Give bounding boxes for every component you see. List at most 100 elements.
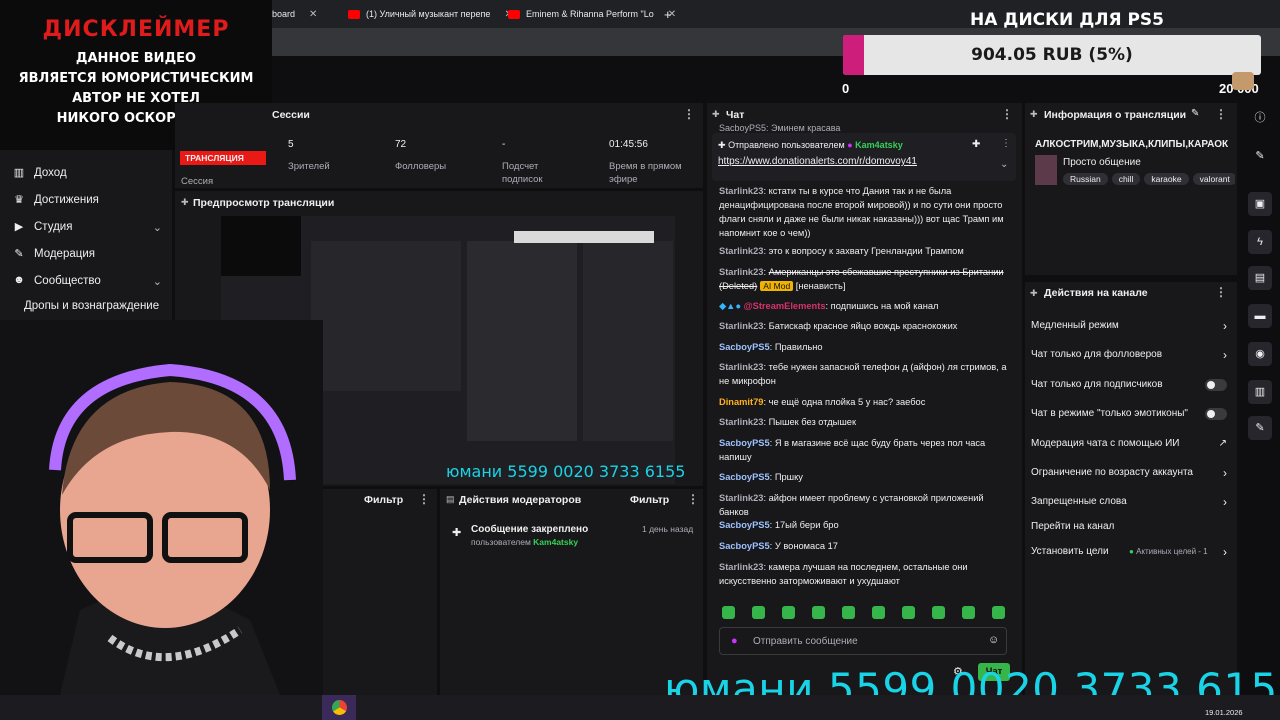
chat-username[interactable]: Starlink23	[719, 493, 763, 503]
emoji-icon[interactable]: ☺	[988, 634, 999, 646]
emote-icon[interactable]	[932, 606, 945, 619]
emote-icon[interactable]	[872, 606, 885, 619]
channel-actions-panel: ✚ Действия на канале ⋮	[1025, 282, 1237, 695]
chat-message[interactable]: Dinamit79: че ещё одна плойка 5 у нас? з…	[719, 395, 1011, 409]
broadcast-icon[interactable]: ◉	[1248, 342, 1272, 366]
chat-text: Батискаф красное яйцо вождь краснокожих	[768, 321, 958, 331]
chat-message[interactable]: Starlink23: Батискаф красное яйцо вождь …	[719, 319, 1011, 333]
sidebar-item-label: Достижения	[34, 194, 99, 206]
clip-icon[interactable]: ▣	[1248, 192, 1272, 216]
more-icon[interactable]: ⋮	[1001, 138, 1011, 149]
new-tab-button[interactable]: +	[664, 4, 672, 24]
sidebar-item-moderation[interactable]: ✎ Модерация	[12, 247, 162, 261]
emote-icon[interactable]	[962, 606, 975, 619]
chat-message[interactable]: Starlink23: тебе нужен запасной телефон …	[719, 360, 1011, 388]
chat-username[interactable]: Starlink23	[719, 417, 763, 427]
panel-icon[interactable]: ▥	[1248, 380, 1272, 404]
chat-input[interactable]: ● Отправить сообщение ☺	[719, 627, 1007, 655]
emote-icon[interactable]	[902, 606, 915, 619]
chat-message[interactable]: Starlink23: камера лучшая на последнем, …	[719, 560, 1011, 588]
chat-username[interactable]: Starlink23	[719, 246, 763, 256]
chat-username[interactable]: Starlink23	[719, 267, 763, 277]
chat-username[interactable]: SacboyPS5	[719, 520, 770, 530]
chat-username[interactable]: SacboyPS5	[719, 438, 770, 448]
pinned-user[interactable]: Kam4atsky	[855, 140, 903, 150]
chat-message[interactable]: SacboyPS5: Пршку	[719, 470, 1011, 484]
emote-icon[interactable]	[842, 606, 855, 619]
chat-message[interactable]: Starlink23: Пышек без отдышек	[719, 415, 1011, 429]
chat-username[interactable]: Dinamit79	[719, 397, 763, 407]
chat-message[interactable]: SacboyPS5: Правильно	[719, 340, 1011, 354]
row-label: Чат в режиме "только эмотиконы"	[1031, 408, 1188, 419]
tag[interactable]: chill	[1111, 173, 1141, 185]
chat-username[interactable]: Starlink23	[719, 321, 763, 331]
emote-icon[interactable]	[752, 606, 765, 619]
tag-list: Russian chill karaoke valorant	[1063, 173, 1235, 185]
unpin-icon[interactable]: ✚	[972, 139, 980, 150]
tag[interactable]: karaoke	[1144, 173, 1189, 185]
chat-username[interactable]: @StreamElements	[744, 301, 826, 311]
chat-message[interactable]: Starlink23: айфон имеет проблему с устан…	[719, 491, 1011, 519]
sidebar-item-studio[interactable]: ▶ Студия ⌄	[12, 220, 162, 234]
chat-username[interactable]: SacboyPS5	[719, 472, 770, 482]
emote-icon[interactable]	[722, 606, 735, 619]
chat-message[interactable]: SacboyPS5: Я в магазине всё щас буду бра…	[719, 436, 1011, 464]
pinned-link[interactable]: https://www.donationalerts.com/r/domovoy…	[718, 156, 917, 167]
go-to-channel-row[interactable]: Перейти на канал	[1031, 521, 1227, 532]
chat-username[interactable]: SacboyPS5	[719, 541, 770, 551]
more-icon[interactable]: ⋮	[1001, 107, 1013, 121]
filter-button[interactable]: Фильтр	[630, 494, 669, 506]
tag[interactable]: valorant	[1192, 173, 1235, 185]
banned-words-row[interactable]: Запрещенные слова ›	[1031, 495, 1227, 509]
sidebar-item-label: Сообщество	[34, 275, 101, 287]
chat-message[interactable]: SacboyPS5: 17ый бери бро	[719, 518, 1011, 532]
browser-tab[interactable]: Eminem & Rihanna Perform "Lo ✕	[508, 4, 676, 24]
pencil-icon[interactable]: ✎	[1191, 108, 1199, 119]
chat-message[interactable]: SacboyPS5: У вономаса 17	[719, 539, 1011, 553]
emote-icon[interactable]	[992, 606, 1005, 619]
pinned-message[interactable]: ✚ Отправлено пользователем ● Kam4atsky h…	[712, 133, 1016, 181]
chat-username[interactable]: Starlink23	[719, 562, 763, 572]
sidebar-item-drops[interactable]: Дропы и вознаграждение	[24, 300, 174, 312]
filter-button[interactable]: Фильтр	[364, 494, 403, 506]
slow-mode-row[interactable]: Медленный режим ›	[1031, 319, 1227, 333]
emote-only-toggle[interactable]	[1205, 407, 1227, 420]
chat-message[interactable]: ◆▲● @StreamElements: подпишись на мой ка…	[719, 299, 1011, 313]
sidebar-item-income[interactable]: ▥ Доход	[12, 166, 162, 180]
chat-username[interactable]: Starlink23	[719, 186, 763, 196]
chat-icon[interactable]: ▬	[1248, 304, 1272, 328]
subs-value: -	[502, 139, 506, 150]
more-icon[interactable]: ⋮	[1215, 285, 1227, 299]
chevron-down-icon[interactable]: ⌄	[1000, 159, 1008, 170]
chat-message[interactable]: Starlink23: это к вопросу к захвату Грен…	[719, 244, 1011, 258]
followers-only-row[interactable]: Чат только для фолловеров ›	[1031, 348, 1227, 362]
notes-icon[interactable]: ▤	[1248, 266, 1272, 290]
chat-message[interactable]: Starlink23: кстати ты в курсе что Дания …	[719, 184, 1011, 240]
subscribers-only-toggle[interactable]	[1205, 378, 1227, 391]
more-icon[interactable]: ⋮	[418, 492, 430, 506]
chrome-taskbar-button[interactable]	[322, 695, 356, 720]
flash-icon[interactable]: ϟ	[1248, 230, 1272, 254]
chat-username[interactable]: Starlink23	[719, 362, 763, 372]
sidebar-item-achievements[interactable]: ♛ Достижения	[12, 193, 162, 207]
tag[interactable]: Russian	[1063, 173, 1108, 185]
ai-moderation-row[interactable]: Модерация чата с помощью ИИ ↗	[1031, 438, 1227, 449]
disclaimer-line: ЯВЛЯЕТСЯ ЮМОРИСТИЧЕСКИМ	[18, 71, 254, 86]
sidebar-item-community[interactable]: ☻ Сообщество ⌄	[12, 274, 162, 288]
browser-tab[interactable]: (1) Уличный музыкант перепе ✕	[348, 4, 513, 24]
browser-tab[interactable]: board ✕	[272, 4, 317, 24]
wrench-icon[interactable]: ✎	[1248, 416, 1272, 440]
mod-action-user[interactable]: Kam4atsky	[533, 537, 578, 547]
account-age-row[interactable]: Ограничение по возрасту аккаунта ›	[1031, 466, 1227, 480]
emote-icon[interactable]	[812, 606, 825, 619]
more-icon[interactable]: ⋮	[1215, 107, 1227, 121]
pencil-icon[interactable]: ✎	[1248, 144, 1272, 168]
chat-username[interactable]: SacboyPS5	[719, 342, 770, 352]
emote-icon[interactable]	[782, 606, 795, 619]
chat-message[interactable]: Starlink23: Американцы это сбежавшие пре…	[719, 265, 1011, 293]
set-goals-row[interactable]: Установить цели ● Активных целей - 1 ›	[1031, 545, 1227, 559]
info-icon[interactable]: ⓘ	[1248, 106, 1272, 130]
close-icon[interactable]: ✕	[309, 9, 317, 20]
more-icon[interactable]: ⋮	[683, 107, 695, 121]
more-icon[interactable]: ⋮	[687, 492, 699, 506]
